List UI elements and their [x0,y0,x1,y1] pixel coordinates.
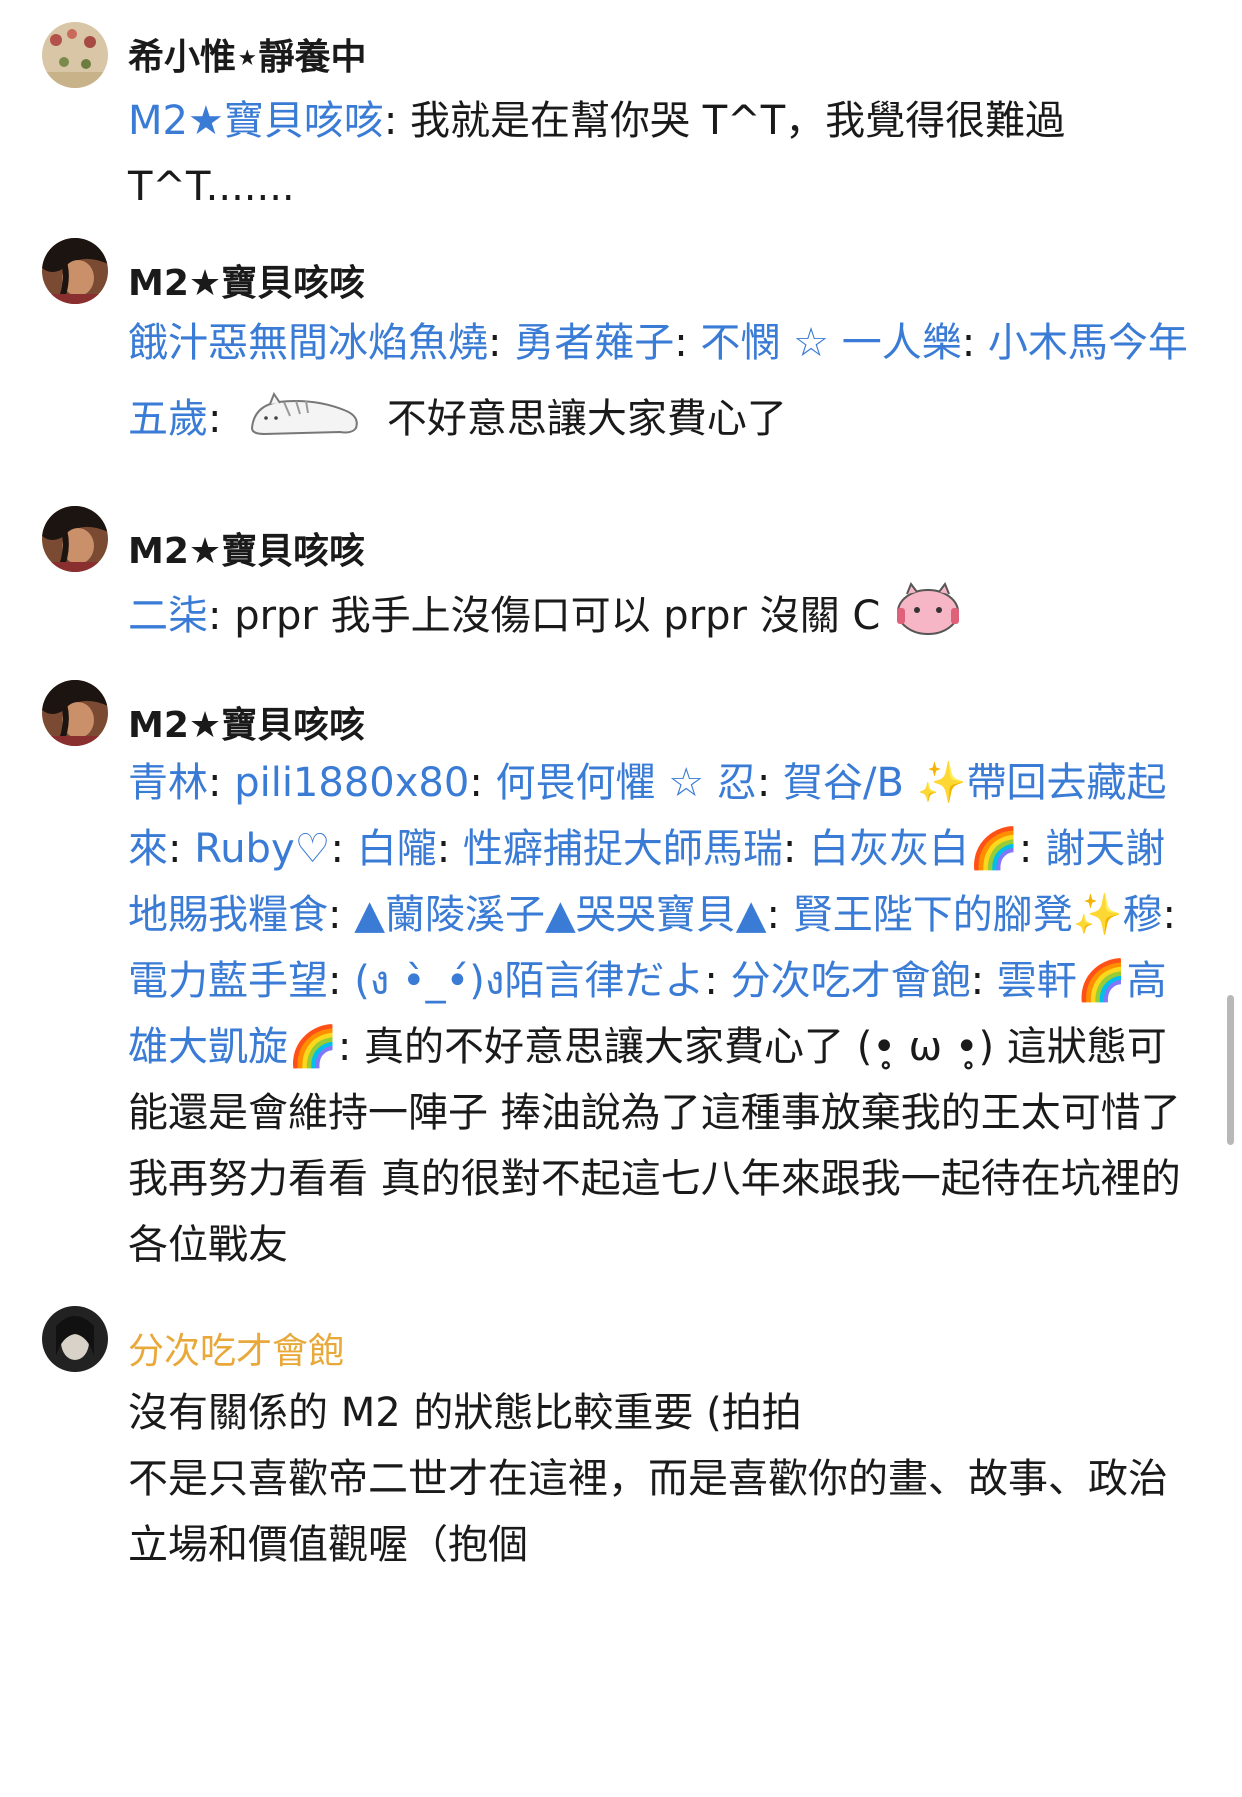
pink-blob-sticker [893,578,963,658]
comment-author[interactable]: M2★寶貝咳咳 [128,696,365,748]
mention[interactable]: ▲蘭陵溪子▲哭哭寶貝▲ [354,892,766,938]
mention[interactable]: M2★寶貝咳咳 [128,98,384,144]
lying-cat-sticker [244,376,364,466]
mention[interactable]: 白灰灰白🌈 [809,826,1019,872]
mention[interactable]: 青林 [128,760,208,806]
comment-author[interactable]: 分次吃才會飽 [128,1322,344,1374]
mention[interactable]: 賢王陛下的腳凳✨穆 [793,892,1163,938]
avatar[interactable] [42,1306,108,1372]
avatar[interactable] [42,506,108,572]
avatar[interactable] [42,22,108,88]
mention[interactable]: 性癖捕捉大師馬瑞 [463,826,783,872]
mention[interactable]: Ruby♡ [194,826,330,872]
comment-text: 不是只喜歡帝二世才在這裡，而是喜歡你的畫、故事、政治立場和價值觀喔（抱個 [128,1456,1168,1568]
mention[interactable]: (ง •̀_•́)ง陌言律だよ [354,958,704,1004]
comment-body: 沒有關係的 M2 的狀態比較重要 (拍拍 不是只喜歡帝二世才在這裡，而是喜歡你的… [128,1380,1198,1578]
avatar[interactable] [42,680,108,746]
comment-author[interactable]: 希小惟⋆靜養中 [128,28,367,80]
comment-author[interactable]: M2★寶貝咳咳 [128,254,365,306]
comment-text: 不好意思讓大家費心了 [386,396,787,442]
comment-body: 餓汁惡無間冰焰魚燒: 勇者薙子: 不憫 ☆ 一人樂: 小木馬今年五歲: 不好意思… [128,310,1198,466]
mention[interactable]: 分次吃才會飽 [731,958,971,1004]
mention[interactable]: 二柒 [128,593,208,639]
comment-body: 青林: pili1880x80: 何畏何懼 ☆ 忍: 賀谷/B ✨帶回去藏起來:… [128,760,1181,1268]
mention[interactable]: 電力藍手望 [128,958,328,1004]
mention[interactable]: pili1880x80 [234,760,469,806]
scrollbar[interactable] [1227,995,1234,1145]
mention[interactable]: 白隴 [357,826,437,872]
mention[interactable]: 不憫 ☆ 一人樂 [700,320,961,366]
avatar[interactable] [42,238,108,304]
comment-text: prpr 我手上沒傷口可以 prpr 沒關 C [234,593,881,639]
comment-body: 二柒: prpr 我手上沒傷口可以 prpr 沒關 C [128,578,1198,658]
comment-author[interactable]: M2★寶貝咳咳 [128,522,365,574]
comment-body: M2★寶貝咳咳: 我就是在幫你哭 T^T，我覺得很難過T^T....... [128,98,1066,210]
comment-text: 沒有關係的 M2 的狀態比較重要 (拍拍 [128,1390,802,1436]
mention[interactable]: 餓汁惡無間冰焰魚燒 [128,320,488,366]
mention[interactable]: 何畏何懼 ☆ 忍 [496,760,757,806]
mention[interactable]: 勇者薙子 [514,320,674,366]
